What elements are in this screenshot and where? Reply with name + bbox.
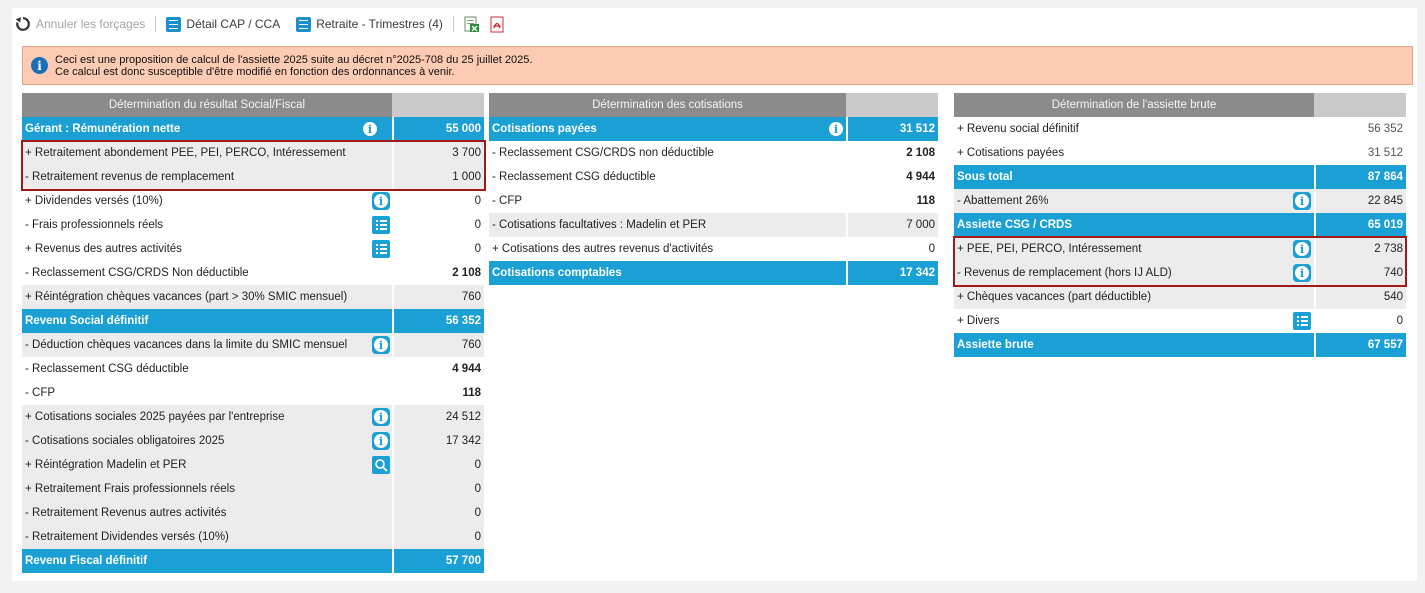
info-icon[interactable]: i: [1293, 240, 1311, 258]
info-icon[interactable]: i: [361, 120, 379, 138]
cotisations-table: Détermination des cotisations Cotisation…: [489, 93, 938, 285]
toolbar: Annuler les forçages Détail CAP / CCA Re…: [15, 13, 505, 35]
info-icon[interactable]: i: [1293, 192, 1311, 210]
table-row: - Frais professionnels réels 0: [22, 213, 484, 237]
list-icon[interactable]: [1293, 312, 1311, 330]
list-icon: [166, 16, 182, 32]
table-row: Assiette CSG / CRDS 65 019: [954, 213, 1406, 237]
table-row: + Cotisations sociales 2025 payées par l…: [22, 405, 484, 429]
table-row: + Dividendes versés (10%) i 0: [22, 189, 484, 213]
table-row: - Déduction chèques vacances dans la lim…: [22, 333, 484, 357]
info-icon[interactable]: i: [372, 408, 390, 426]
table-row: + Réintégration chèques vacances (part >…: [22, 285, 484, 309]
list-icon[interactable]: [372, 240, 390, 258]
table-row: - Revenus de remplacement (hors IJ ALD) …: [954, 261, 1406, 285]
info-icon: i: [31, 57, 48, 74]
table-row: - Cotisations sociales obligatoires 2025…: [22, 429, 484, 453]
table-row: + Réintégration Madelin et PER 0: [22, 453, 484, 477]
assiette-brute-table: Détermination de l'assiette brute + Reve…: [953, 93, 1407, 357]
table-row: - Reclassement CSG/CRDS non déductible 2…: [489, 141, 938, 165]
table-row: + Retraitement abondement PEE, PEI, PERC…: [22, 141, 484, 165]
table-row: - Reclassement CSG déductible 4 944: [489, 165, 938, 189]
retraite-trimestres-button[interactable]: Retraite - Trimestres (4): [296, 16, 443, 32]
table-row: Cotisations comptables 17 342: [489, 261, 938, 285]
list-icon[interactable]: [372, 216, 390, 234]
table-title: Détermination des cotisations: [489, 93, 846, 117]
table-row: + Chèques vacances (part déductible) 540: [954, 285, 1406, 309]
toolbar-separator: [452, 16, 454, 32]
social-fiscal-table: Détermination du résultat Social/Fiscal …: [21, 93, 486, 573]
undo-icon: [15, 17, 30, 31]
table-row: - Reclassement CSG déductible 4 944: [22, 357, 484, 381]
table-header: Détermination du résultat Social/Fiscal: [22, 93, 484, 117]
warning-notice: i Ceci est une proposition de calcul de …: [22, 46, 1413, 85]
detail-cap-cca-label: Détail CAP / CCA: [186, 17, 281, 31]
table-row: - Abattement 26% i 22 845: [954, 189, 1406, 213]
table-row: - Retraitement Dividendes versés (10%) 0: [22, 525, 484, 549]
search-icon[interactable]: [372, 456, 390, 474]
undo-overrides-button[interactable]: Annuler les forçages: [15, 16, 145, 32]
info-icon[interactable]: i: [372, 432, 390, 450]
table-row: Sous total 87 864: [954, 165, 1406, 189]
main-frame: Annuler les forçages Détail CAP / CCA Re…: [12, 8, 1417, 581]
retraite-trimestres-label: Retraite - Trimestres (4): [316, 17, 443, 31]
table-row: + Cotisations payées 31 512: [954, 141, 1406, 165]
table-row: Revenu Fiscal définitif 57 700: [22, 549, 484, 573]
table-row: - Retraitement revenus de remplacement 1…: [22, 165, 484, 189]
info-icon[interactable]: i: [372, 336, 390, 354]
info-icon[interactable]: i: [1293, 264, 1311, 282]
table-title: Détermination de l'assiette brute: [954, 93, 1314, 117]
notice-text: Ceci est une proposition de calcul de l'…: [55, 54, 532, 78]
table-row: + Retraitement Frais professionnels réel…: [22, 477, 484, 501]
table-row: + Divers 0: [954, 309, 1406, 333]
table-row: + Cotisations des autres revenus d'activ…: [489, 237, 938, 261]
table-row: - Reclassement CSG/CRDS Non déductible 2…: [22, 261, 484, 285]
table-row: Revenu Social définitif 56 352: [22, 309, 484, 333]
notice-line-1: Ceci est une proposition de calcul de l'…: [55, 53, 533, 66]
table-row: Cotisations payées i 31 512: [489, 117, 938, 141]
list-icon: [296, 16, 312, 32]
table-header: Détermination de l'assiette brute: [954, 93, 1406, 117]
table-row: + PEE, PEI, PERCO, Intéressement i 2 738: [954, 237, 1406, 261]
undo-overrides-label: Annuler les forçages: [36, 17, 146, 31]
table-row: - Cotisations facultatives : Madelin et …: [489, 213, 938, 237]
table-row: - CFP 118: [489, 189, 938, 213]
table-row: + Revenus des autres activités 0: [22, 237, 484, 261]
pdf-export-icon[interactable]: [489, 16, 505, 33]
table-row: + Revenu social définitif 56 352: [954, 117, 1406, 141]
table-row: Gérant : Rémunération nette i 55 000: [22, 117, 484, 141]
table-header: Détermination des cotisations: [489, 93, 938, 117]
table-title: Détermination du résultat Social/Fiscal: [22, 93, 392, 117]
table-row: Assiette brute 67 557: [954, 333, 1406, 357]
toolbar-separator: [155, 16, 157, 32]
table-row: - Retraitement Revenus autres activités …: [22, 501, 484, 525]
detail-cap-cca-button[interactable]: Détail CAP / CCA: [166, 16, 281, 32]
info-icon[interactable]: i: [372, 192, 390, 210]
excel-export-icon[interactable]: [464, 16, 480, 33]
table-row: - CFP 118: [22, 381, 484, 405]
info-icon[interactable]: i: [827, 120, 845, 138]
notice-line-2: Ce calcul est donc susceptible d'être mo…: [55, 65, 455, 78]
